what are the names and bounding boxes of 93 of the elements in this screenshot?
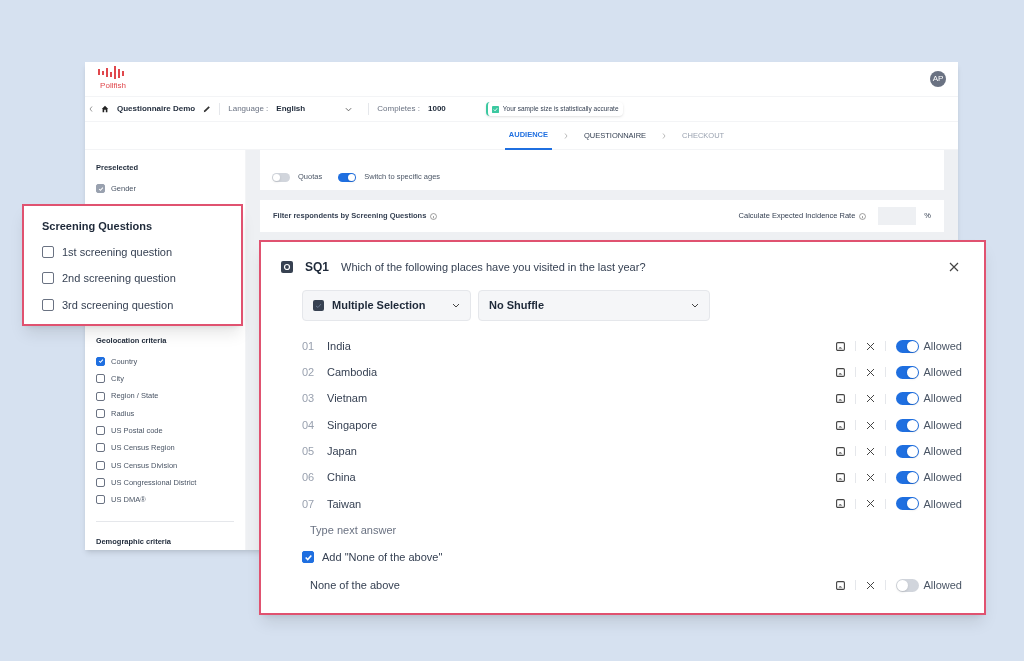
answer-label: Singapore (327, 417, 378, 433)
language-dropdown[interactable]: English (276, 103, 353, 115)
delete-icon[interactable] (866, 367, 876, 377)
checkbox[interactable] (96, 374, 105, 384)
checkbox[interactable] (42, 298, 54, 311)
answer-number: 06 (302, 470, 316, 486)
image-icon[interactable] (836, 394, 846, 404)
delete-icon[interactable] (866, 580, 876, 590)
toggle-label: Allowed (923, 577, 962, 593)
checkbox-icon (313, 300, 324, 311)
checkbox[interactable] (42, 245, 54, 258)
answer-number: 02 (302, 365, 316, 381)
image-icon[interactable] (836, 473, 846, 483)
completes-label: Completes : (377, 103, 420, 115)
question-option: 2nd screening question (62, 270, 176, 287)
delete-icon[interactable] (866, 420, 876, 430)
question-option: 3rd screening question (62, 296, 174, 313)
answer-label: None of the above (310, 577, 400, 593)
option-label: Add "None of the above" (322, 549, 443, 565)
toggle-switch[interactable] (272, 173, 290, 182)
home-icon[interactable] (101, 105, 109, 113)
image-icon[interactable] (836, 446, 846, 456)
caret-icon (345, 106, 353, 112)
checkbox[interactable] (42, 272, 54, 285)
caret-icon (691, 303, 699, 308)
image-icon[interactable] (836, 341, 846, 351)
toggle-switch[interactable] (896, 471, 920, 485)
checkbox[interactable] (96, 391, 105, 401)
check-icon (97, 358, 104, 365)
toggle-label: Allowed (923, 391, 962, 407)
checkbox[interactable] (96, 408, 105, 418)
checkbox[interactable] (302, 551, 314, 564)
pencil-icon[interactable] (203, 105, 212, 113)
image-icon[interactable] (836, 420, 846, 430)
answer-number: 03 (302, 391, 316, 407)
answer-input[interactable]: Type next answer (310, 517, 610, 544)
type-dropdown[interactable]: Multiple Selection (302, 290, 471, 321)
image-icon[interactable] (836, 367, 846, 377)
toggle-label: Allowed (923, 470, 962, 486)
question-text: Which of the following places have you visited in the last year? (341, 259, 646, 275)
image-icon[interactable] (836, 580, 846, 590)
check-icon (97, 185, 104, 192)
gear-icon (281, 261, 293, 273)
delete-icon[interactable] (866, 394, 876, 404)
checkbox[interactable] (96, 460, 105, 470)
checkbox[interactable] (96, 495, 105, 505)
answer-label: Cambodia (327, 365, 378, 381)
checkbox[interactable] (96, 356, 105, 366)
toggle-label: Allowed (923, 417, 962, 433)
shuffle-dropdown[interactable]: No Shuffle (478, 290, 710, 321)
question-code: SQ1 (305, 259, 329, 276)
toggle-switch[interactable] (896, 578, 920, 592)
toggle-label: Allowed (923, 365, 962, 381)
toggle-label: Allowed (923, 338, 962, 354)
popup-title: Screening Questions (42, 219, 154, 234)
toggle-label: Allowed (923, 444, 962, 460)
chevron-icon (662, 132, 667, 139)
caret-icon (452, 303, 460, 308)
check-icon (491, 105, 499, 113)
check-icon (303, 552, 313, 562)
language-label: Language : (228, 103, 269, 115)
project-name: Questionnaire Demo (117, 103, 196, 115)
question-option: 1st screening question (62, 243, 173, 260)
chevron-icon (564, 132, 568, 139)
toggle-switch[interactable] (338, 173, 357, 182)
answer-number: 07 (302, 496, 316, 512)
answer-label: Japan (327, 444, 357, 460)
delete-icon[interactable] (866, 446, 876, 456)
toggle-switch[interactable] (896, 497, 920, 511)
delete-icon[interactable] (866, 341, 876, 351)
close-icon[interactable] (949, 262, 959, 272)
image-icon[interactable] (836, 499, 846, 509)
toggle-switch[interactable] (896, 444, 920, 458)
answer-label: Vietnam (327, 391, 368, 407)
toggle-switch[interactable] (896, 392, 920, 406)
completes-value: 1000 (428, 103, 446, 115)
toggle-label: Allowed (923, 496, 962, 512)
checkbox[interactable] (96, 426, 105, 436)
answer-label: India (327, 338, 351, 354)
logo-text: Pollfish (100, 80, 126, 92)
answer-number: 05 (302, 444, 316, 460)
delete-icon[interactable] (866, 499, 876, 509)
toggle-switch[interactable] (896, 365, 920, 379)
answer-label: China (327, 470, 356, 486)
avatar[interactable]: AP (930, 71, 946, 87)
toggle-switch[interactable] (896, 418, 920, 432)
answer-number: 01 (302, 338, 316, 354)
answer-label: Taiwan (327, 496, 362, 512)
checkbox[interactable] (96, 478, 105, 487)
checkbox[interactable] (96, 443, 105, 453)
toggle-switch[interactable] (896, 339, 920, 353)
answer-number: 04 (302, 417, 316, 433)
delete-icon[interactable] (866, 473, 876, 483)
